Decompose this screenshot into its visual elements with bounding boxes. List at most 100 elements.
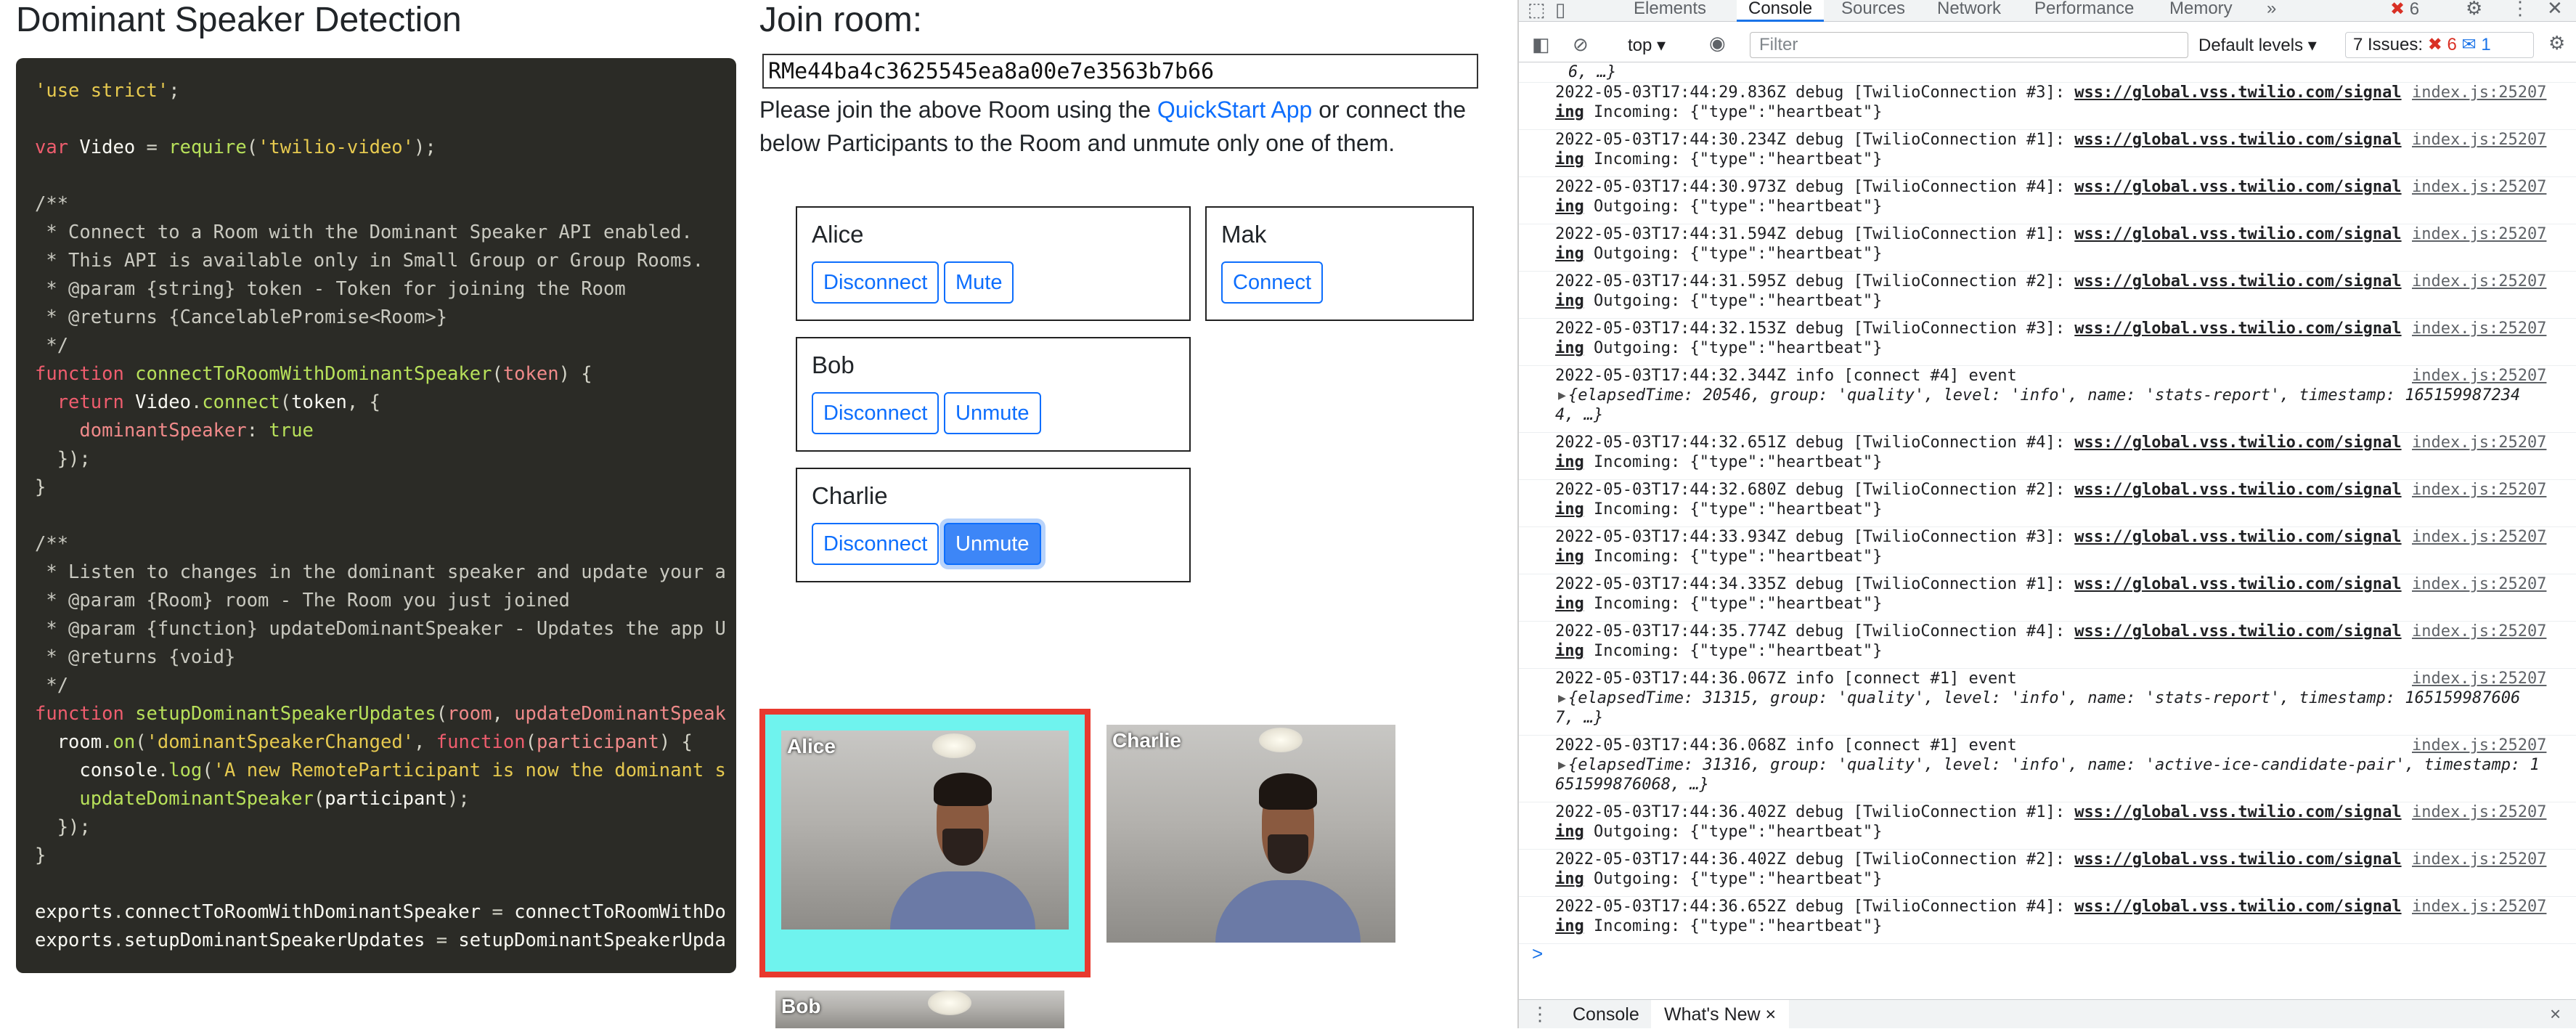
tab-sources[interactable]: Sources <box>1841 0 1905 22</box>
console-settings-icon[interactable]: ⚙ <box>2548 32 2565 54</box>
socket-url-link[interactable]: wss://global.vss.twilio.com/signal <box>2074 434 2401 452</box>
console-log-entry: 2022-05-03T17:44:30.973Z debug [TwilioCo… <box>1519 177 2576 224</box>
socket-url-link[interactable]: wss://global.vss.twilio.com/signal <box>2074 850 2401 869</box>
code-line: * This API is available only in Small Gr… <box>35 250 704 272</box>
drawer-tab-console[interactable]: Console <box>1560 1000 1652 1029</box>
socket-url-link[interactable]: wss://global.vss.twilio.com/signal <box>2074 481 2401 499</box>
instructions-text: Please join the above Room using the Qui… <box>759 97 1467 156</box>
tab-memory[interactable]: Memory <box>2169 0 2233 22</box>
socket-url-link[interactable]: wss://global.vss.twilio.com/signal <box>2074 898 2401 916</box>
tab-elements[interactable]: Elements <box>1634 0 1706 22</box>
code-line: * @param {function} updateDominantSpeake… <box>35 618 726 640</box>
drawer-menu-icon[interactable]: ⋮ <box>1530 1003 1549 1025</box>
source-link[interactable]: index.js:25207 <box>2406 850 2547 869</box>
source-link[interactable]: index.js:25207 <box>2406 897 2547 916</box>
filter-input[interactable]: Filter <box>1750 32 2188 58</box>
kebab-menu-icon[interactable]: ⋮ <box>2511 0 2530 20</box>
console-event-entry: ▶ 2022-05-03T17:44:32.344Z info [connect … <box>1519 366 2576 433</box>
source-link[interactable]: index.js:25207 <box>2406 622 2547 641</box>
socket-url-link[interactable]: wss://global.vss.twilio.com/signal <box>2074 178 2401 196</box>
socket-url-link[interactable]: wss://global.vss.twilio.com/signal <box>2074 575 2401 593</box>
inspect-icon[interactable]: ⬚ <box>1528 0 1546 21</box>
code-line: return Video.connect(token, { <box>35 391 380 413</box>
tab-performance[interactable]: Performance <box>2034 0 2134 22</box>
drawer-tab-whats-new[interactable]: What's New × <box>1651 1000 1790 1029</box>
page-title: Dominant Speaker Detection <box>16 1 462 39</box>
close-drawer-icon[interactable]: × <box>2550 1003 2561 1025</box>
code-line: }); <box>35 448 91 470</box>
socket-url-link[interactable]: wss://global.vss.twilio.com/signal <box>2074 320 2401 338</box>
quickstart-link[interactable]: QuickStart App <box>1157 97 1312 123</box>
log-levels-select[interactable]: Default levels ▾ <box>2198 35 2317 56</box>
sidebar-toggle-icon[interactable]: ◧ <box>1532 33 1550 56</box>
socket-url-link[interactable]: wss://global.vss.twilio.com/signal <box>2074 528 2401 546</box>
unmute-button[interactable]: Unmute <box>944 523 1041 565</box>
source-link[interactable]: index.js:25207 <box>2406 480 2547 500</box>
console-event-entry: ▶ 2022-05-03T17:44:36.068Z info [connect … <box>1519 736 2576 802</box>
participant-card-alice: Alice Disconnect Mute <box>796 206 1191 321</box>
source-link[interactable]: index.js:25207 <box>2406 736 2547 755</box>
disconnect-button[interactable]: Disconnect <box>812 261 939 304</box>
error-badge[interactable]: ✖ 6 <box>2390 0 2419 20</box>
socket-url-link[interactable]: wss://global.vss.twilio.com/signal <box>2074 622 2401 640</box>
participant-name: Mak <box>1221 221 1267 248</box>
source-link[interactable]: index.js:25207 <box>2406 130 2547 150</box>
source-link[interactable]: index.js:25207 <box>2406 574 2547 594</box>
context-select[interactable]: top ▾ <box>1628 35 1666 56</box>
socket-url-link[interactable]: wss://global.vss.twilio.com/signal <box>2074 84 2401 102</box>
code-line: room.on('dominantSpeakerChanged', functi… <box>35 731 693 753</box>
source-link[interactable]: index.js:25207 <box>2406 527 2547 547</box>
mute-button[interactable]: Mute <box>944 261 1014 304</box>
room-name-input[interactable] <box>762 54 1478 89</box>
devtools-panel: ⬚ ▯ Elements Console Sources Network Per… <box>1517 0 2576 1029</box>
dominant-speaker-frame: Alice <box>759 709 1091 977</box>
issues-button[interactable]: 7 Issues: ✖ 6 ✉ 1 <box>2345 32 2534 58</box>
code-line: exports.connectToRoomWithDominantSpeaker… <box>35 901 726 923</box>
source-link[interactable]: index.js:25207 <box>2406 366 2547 386</box>
code-line: */ <box>35 675 69 696</box>
source-link[interactable]: index.js:25207 <box>2406 83 2547 102</box>
video-alice: Alice <box>781 731 1069 930</box>
socket-url-link[interactable]: wss://global.vss.twilio.com/signal <box>2074 131 2401 149</box>
source-link[interactable]: index.js:25207 <box>2406 224 2547 244</box>
tab-console[interactable]: Console <box>1737 0 1825 22</box>
console-log-entry: 2022-05-03T17:44:32.680Z debug [TwilioCo… <box>1519 480 2576 527</box>
video-bob: Bob <box>775 991 1064 1028</box>
console-log-entry: 2022-05-03T17:44:33.934Z debug [TwilioCo… <box>1519 527 2576 574</box>
connect-button[interactable]: Connect <box>1221 261 1324 304</box>
code-line: } <box>35 845 46 866</box>
source-link[interactable]: index.js:25207 <box>2406 319 2547 338</box>
console-log-fragment: 6, …} <box>1519 62 2576 83</box>
tab-network[interactable]: Network <box>1937 0 2001 22</box>
console-toolbar: ◧ ⊘ top ▾ ◉ Filter Default levels ▾ 7 Is… <box>1519 29 2576 62</box>
device-toolbar-icon[interactable]: ▯ <box>1555 0 1565 21</box>
code-line: * @returns {void} <box>35 646 236 668</box>
eye-icon[interactable]: ◉ <box>1709 32 1726 54</box>
source-link[interactable]: index.js:25207 <box>2406 177 2547 197</box>
participant-card-bob: Bob Disconnect Unmute <box>796 337 1191 452</box>
socket-url-link[interactable]: wss://global.vss.twilio.com/signal <box>2074 225 2401 243</box>
unmute-button[interactable]: Unmute <box>944 392 1041 434</box>
participant-name: Bob <box>812 351 855 378</box>
join-room-heading: Join room: <box>759 1 923 39</box>
app-page: Dominant Speaker Detection 'use strict';… <box>0 0 1517 1028</box>
gear-icon[interactable]: ⚙ <box>2466 0 2482 20</box>
console-log-entry: 2022-05-03T17:44:36.402Z debug [TwilioCo… <box>1519 850 2576 897</box>
more-tabs-button[interactable]: » <box>2267 0 2276 22</box>
console-prompt[interactable]: > <box>1532 943 1543 965</box>
source-link[interactable]: index.js:25207 <box>2406 433 2547 452</box>
code-line: exports.setupDominantSpeakerUpdates = se… <box>35 930 726 951</box>
source-link[interactable]: index.js:25207 <box>2406 272 2547 291</box>
disconnect-button[interactable]: Disconnect <box>812 523 939 565</box>
code-line: 'use strict'; <box>35 80 180 102</box>
clear-console-icon[interactable]: ⊘ <box>1573 33 1589 56</box>
socket-url-link[interactable]: wss://global.vss.twilio.com/signal <box>2074 803 2401 821</box>
socket-url-link[interactable]: wss://global.vss.twilio.com/signal <box>2074 272 2401 290</box>
source-link[interactable]: index.js:25207 <box>2406 669 2547 688</box>
disconnect-button[interactable]: Disconnect <box>812 392 939 434</box>
source-link[interactable]: index.js:25207 <box>2406 802 2547 822</box>
close-icon[interactable]: ✕ <box>2547 0 2563 20</box>
participant-card-mak: Mak Connect <box>1205 206 1474 321</box>
